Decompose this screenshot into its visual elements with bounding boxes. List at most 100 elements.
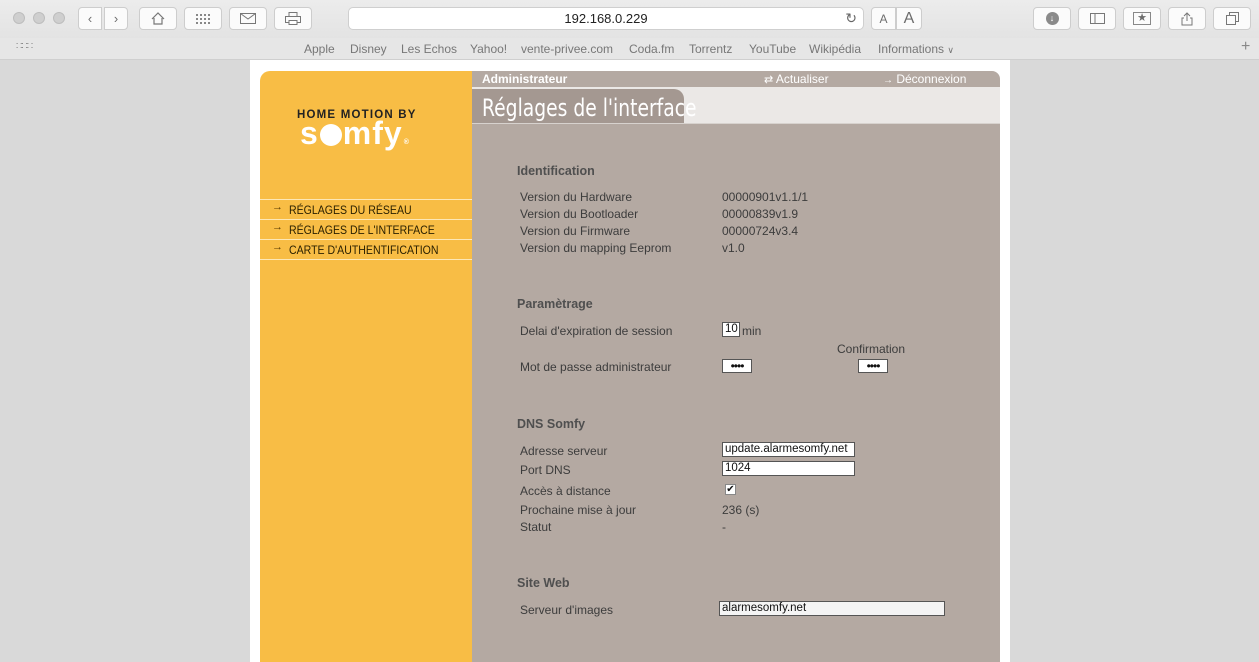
menu-item-interface-settings[interactable]: → RÉGLAGES DE L'INTERFACE	[260, 220, 472, 240]
arrow-right-icon: →	[272, 241, 283, 253]
sidebar-icon	[1089, 13, 1105, 24]
remote-access-label: Accès à distance	[520, 484, 611, 498]
refresh-icon: ⇄	[764, 74, 774, 86]
section-title-dns: DNS Somfy	[517, 417, 586, 431]
session-timeout-input[interactable]: 10	[722, 322, 740, 337]
menu-item-network-settings[interactable]: → RÉGLAGES DU RÉSEAU	[260, 200, 472, 220]
image-server-input[interactable]: alarmesomfy.net	[719, 601, 945, 616]
session-timeout-unit: min	[742, 324, 762, 338]
browser-toolbar: ‹ › 192.168.0.229 ↻ A A ↓ ★	[0, 0, 1259, 38]
tabs-overview-button[interactable]	[1213, 7, 1251, 30]
home-icon	[151, 12, 165, 25]
chevron-down-icon: ∨	[947, 45, 954, 55]
admin-password-input[interactable]: ••••	[722, 359, 752, 373]
registered-mark: ®	[403, 139, 410, 146]
refresh-link[interactable]: ⇄ Actualiser	[764, 72, 829, 86]
address-bar[interactable]: 192.168.0.229 ↻	[348, 7, 864, 30]
mail-icon	[240, 13, 256, 24]
page-title-tab: Réglages de l'interface	[472, 89, 697, 123]
menu-item-authentication-card[interactable]: → CARTE D'AUTHENTIFICATION	[260, 240, 472, 260]
sidebar-button[interactable]	[1078, 7, 1116, 30]
star-icon: ★	[1133, 12, 1151, 25]
arrow-right-icon: →	[883, 75, 893, 86]
forward-button[interactable]: ›	[104, 7, 128, 30]
bookmarks-grid-icon[interactable]: ∷∷∷	[16, 41, 33, 52]
status-value: -	[722, 520, 726, 534]
dns-port-label: Port DNS	[520, 463, 571, 477]
top-bar: Administrateur ⇄ Actualiser → Déconnexio…	[472, 71, 1000, 87]
mail-button[interactable]	[229, 7, 267, 30]
chevron-right-icon: ›	[113, 11, 119, 26]
status-label: Statut	[520, 520, 552, 534]
close-window-button[interactable]	[13, 12, 25, 24]
home-button[interactable]	[139, 7, 177, 30]
section-title-website: Site Web	[517, 576, 570, 590]
chevron-left-icon: ‹	[87, 11, 93, 26]
somfy-logo: s mfy®	[300, 115, 410, 151]
dns-port-input[interactable]: 1024	[722, 461, 855, 476]
server-address-input[interactable]: update.alarmesomfy.net	[722, 442, 855, 457]
menu-item-label: CARTE D'AUTHENTIFICATION	[289, 243, 439, 257]
reload-icon[interactable]: ↻	[845, 8, 857, 29]
text-smaller-label: A	[879, 11, 888, 26]
downloads-button[interactable]: ↓	[1033, 7, 1071, 30]
bookmark-informations-label: Informations	[878, 42, 945, 56]
hardware-version-value: 00000901v1.1/1	[722, 190, 809, 204]
menu-item-label: RÉGLAGES DU RÉSEAU	[289, 203, 412, 217]
next-update-label: Prochaine mise à jour	[520, 503, 637, 517]
printer-icon	[285, 12, 301, 25]
bookmark-vente-privee[interactable]: vente-privee.com	[521, 42, 613, 56]
bootloader-version-label: Version du Bootloader	[520, 207, 639, 221]
bookmark-youtube[interactable]: YouTube	[749, 42, 796, 56]
password-confirmation-input[interactable]: ••••	[858, 359, 888, 373]
eeprom-version-value: v1.0	[722, 241, 745, 255]
section-title-identification: Identification	[517, 164, 595, 178]
arrow-right-icon: →	[272, 201, 283, 213]
url-text: 192.168.0.229	[564, 11, 648, 26]
tabs-icon	[1225, 12, 1239, 25]
download-icon: ↓	[1045, 12, 1059, 25]
hardware-version-label: Version du Hardware	[520, 190, 633, 204]
bookmark-yahoo[interactable]: Yahoo!	[470, 42, 507, 56]
share-button[interactable]	[1168, 7, 1206, 30]
print-button[interactable]	[274, 7, 312, 30]
admin-password-label: Mot de passe administrateur	[520, 360, 672, 374]
text-larger-button[interactable]: A	[896, 7, 922, 30]
server-address-label: Adresse serveur	[520, 444, 608, 458]
admin-label: Administrateur	[482, 72, 568, 86]
firmware-version-label: Version du Firmware	[520, 224, 631, 238]
eeprom-version-label: Version du mapping Eeprom	[520, 241, 672, 255]
confirmation-label: Confirmation	[837, 342, 906, 356]
sidebar-menu: → RÉGLAGES DU RÉSEAU → RÉGLAGES DE L'INT…	[260, 199, 472, 260]
refresh-label: Actualiser	[775, 72, 829, 86]
text-larger-label: A	[903, 9, 915, 27]
bookmark-les-echos[interactable]: Les Echos	[401, 42, 457, 56]
menu-item-label: RÉGLAGES DE L'INTERFACE	[289, 223, 435, 237]
logo-disc-icon	[319, 124, 342, 146]
share-icon	[1181, 11, 1193, 25]
title-row: Réglages de l'interface	[472, 87, 1000, 123]
bookmarks-button[interactable]: ★	[1123, 7, 1161, 30]
logout-link[interactable]: → Déconnexion	[883, 72, 966, 86]
session-timeout-label: Delai d'expiration de session	[520, 324, 673, 338]
minimize-window-button[interactable]	[33, 12, 45, 24]
arrow-right-icon: →	[272, 221, 283, 233]
page-title: Réglages de l'interface	[482, 94, 697, 122]
back-button[interactable]: ‹	[78, 7, 102, 30]
firmware-version-value: 00000724v3.4	[722, 224, 799, 238]
bootloader-version-value: 00000839v1.9	[722, 207, 799, 221]
bookmark-informations[interactable]: Informations ∨	[878, 42, 954, 56]
grid-icon	[196, 13, 210, 24]
top-sites-button[interactable]	[184, 7, 222, 30]
zoom-window-button[interactable]	[53, 12, 65, 24]
text-smaller-button[interactable]: A	[871, 7, 896, 30]
bookmark-wikipedia[interactable]: Wikipédia	[809, 42, 861, 56]
bookmark-apple[interactable]: Apple	[304, 42, 335, 56]
bookmark-coda[interactable]: Coda.fm	[629, 42, 674, 56]
remote-access-checkbox[interactable]: ✔	[725, 484, 736, 495]
checkmark-icon: ✔	[726, 484, 735, 495]
new-tab-button[interactable]: +	[1241, 38, 1250, 56]
bookmark-disney[interactable]: Disney	[350, 42, 387, 56]
bookmark-torrentz[interactable]: Torrentz	[689, 42, 732, 56]
image-server-label: Serveur d'images	[520, 603, 613, 617]
